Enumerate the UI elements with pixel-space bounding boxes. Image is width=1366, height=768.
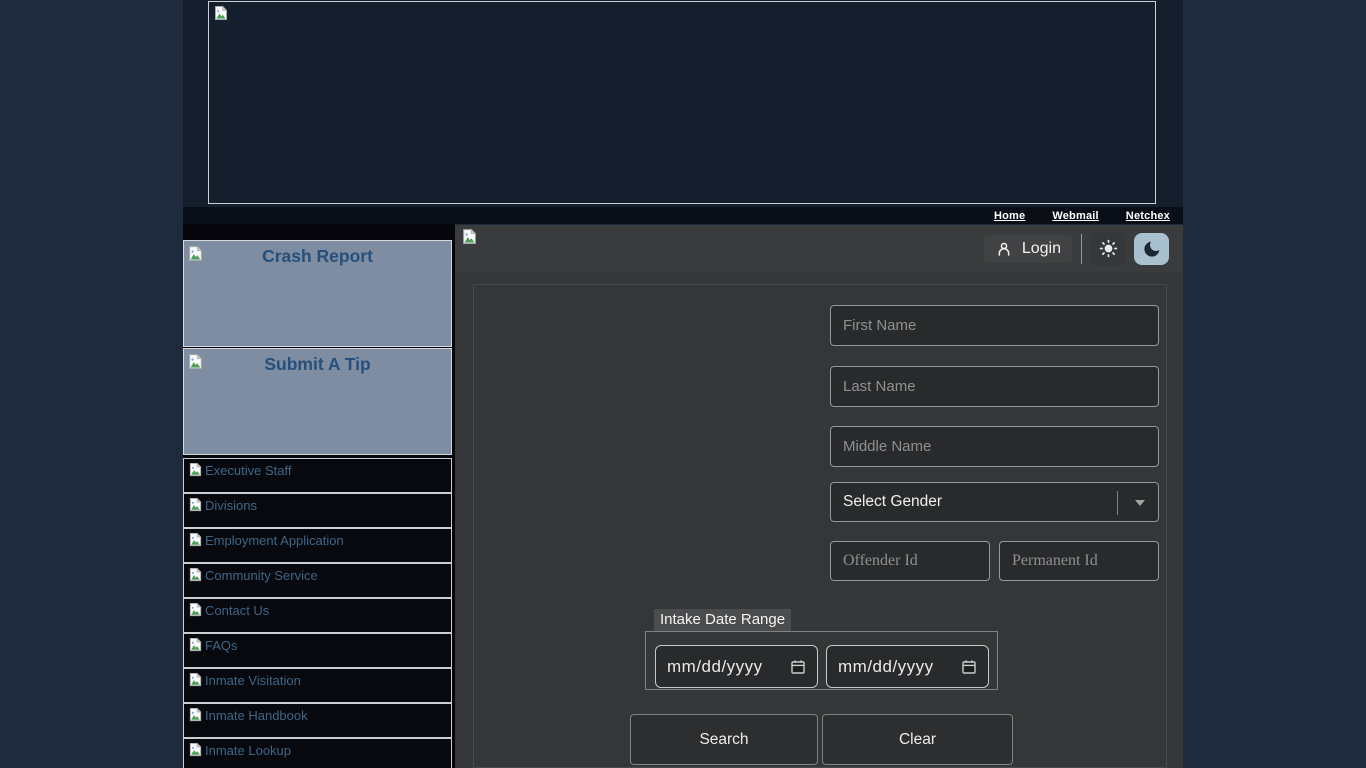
sidebar-tile-submit-a-tip[interactable]: Submit A Tip — [183, 348, 452, 455]
hero-section — [183, 0, 1183, 207]
broken-image-icon — [188, 602, 203, 617]
utility-links-bar: Home Webmail Netchex — [183, 207, 1183, 224]
clear-button[interactable]: Clear — [822, 714, 1013, 765]
search-button[interactable]: Search — [630, 714, 818, 765]
broken-image-icon — [188, 497, 203, 512]
broken-image-icon — [188, 707, 203, 722]
link-home[interactable]: Home — [994, 210, 1025, 222]
sidebar-item-executive-staff[interactable]: Executive Staff — [183, 458, 452, 493]
sidebar-item-label: Executive Staff — [205, 462, 291, 478]
broken-image-icon — [461, 228, 478, 245]
date-value: mm/dd/yyyy — [838, 657, 934, 677]
broken-image-icon — [213, 5, 229, 21]
link-webmail[interactable]: Webmail — [1052, 210, 1098, 222]
gender-selected-value: Select Gender — [843, 493, 942, 511]
select-divider — [1117, 491, 1118, 515]
broken-image-icon — [188, 637, 203, 652]
date-value: mm/dd/yyyy — [667, 657, 763, 677]
sidebar-item-inmate-lookup[interactable]: Inmate Lookup — [183, 738, 452, 768]
app-header: Login — [455, 225, 1183, 272]
login-label: Login — [1022, 240, 1061, 258]
broken-image-icon — [188, 567, 203, 582]
tile-label: Submit A Tip — [184, 354, 451, 375]
moon-icon — [1142, 239, 1162, 259]
calendar-icon[interactable] — [961, 659, 977, 675]
sidebar-tile-crash-report[interactable]: Crash Report — [183, 240, 452, 347]
sidebar-item-employment-application[interactable]: Employment Application — [183, 528, 452, 563]
login-button[interactable]: Login — [984, 235, 1072, 263]
broken-image-icon — [187, 245, 204, 262]
intake-date-range-label: Intake Date Range — [654, 609, 791, 631]
sidebar-item-inmate-visitation[interactable]: Inmate Visitation — [183, 668, 452, 703]
dark-mode-button[interactable] — [1134, 233, 1169, 265]
light-mode-button[interactable] — [1091, 232, 1125, 266]
sidebar-item-label: Employment Application — [205, 532, 344, 548]
middle-name-input[interactable] — [830, 426, 1159, 467]
search-panel — [473, 284, 1167, 768]
permanent-id-input[interactable] — [999, 541, 1159, 581]
header-actions: Login — [984, 232, 1169, 266]
sidebar-item-divisions[interactable]: Divisions — [183, 493, 452, 528]
offender-id-input[interactable] — [830, 541, 990, 581]
sidebar-item-label: FAQs — [205, 637, 238, 653]
broken-image-icon — [188, 462, 203, 477]
gender-select[interactable]: Select Gender — [830, 482, 1159, 522]
sidebar-item-label: Inmate Visitation — [205, 672, 301, 688]
sidebar-item-community-service[interactable]: Community Service — [183, 563, 452, 598]
sun-icon — [1098, 238, 1119, 259]
hero-banner-frame — [208, 1, 1156, 204]
sidebar-item-inmate-handbook[interactable]: Inmate Handbook — [183, 703, 452, 738]
calendar-icon[interactable] — [790, 659, 806, 675]
sidebar-item-label: Inmate Lookup — [205, 742, 291, 758]
chevron-down-icon — [1135, 500, 1145, 506]
broken-image-icon — [188, 672, 203, 687]
sidebar-item-contact-us[interactable]: Contact Us — [183, 598, 452, 633]
broken-image-icon — [187, 353, 204, 370]
sidebar-item-label: Inmate Handbook — [205, 707, 308, 723]
sidebar-item-label: Contact Us — [205, 602, 269, 618]
link-netchex[interactable]: Netchex — [1126, 210, 1170, 222]
last-name-input[interactable] — [830, 366, 1159, 407]
sidebar-item-label: Community Service — [205, 567, 318, 583]
broken-image-icon — [188, 532, 203, 547]
page: Home Webmail Netchex Crash Report Submit… — [0, 0, 1366, 768]
sidebar-item-faqs[interactable]: FAQs — [183, 633, 452, 668]
header-divider — [1081, 234, 1082, 264]
first-name-input[interactable] — [830, 305, 1159, 346]
broken-image-icon — [188, 742, 203, 757]
tile-label: Crash Report — [184, 246, 451, 267]
person-icon — [995, 240, 1013, 258]
sidebar-item-label: Divisions — [205, 497, 257, 513]
intake-date-start-input[interactable]: mm/dd/yyyy — [655, 645, 818, 688]
intake-date-end-input[interactable]: mm/dd/yyyy — [826, 645, 989, 688]
